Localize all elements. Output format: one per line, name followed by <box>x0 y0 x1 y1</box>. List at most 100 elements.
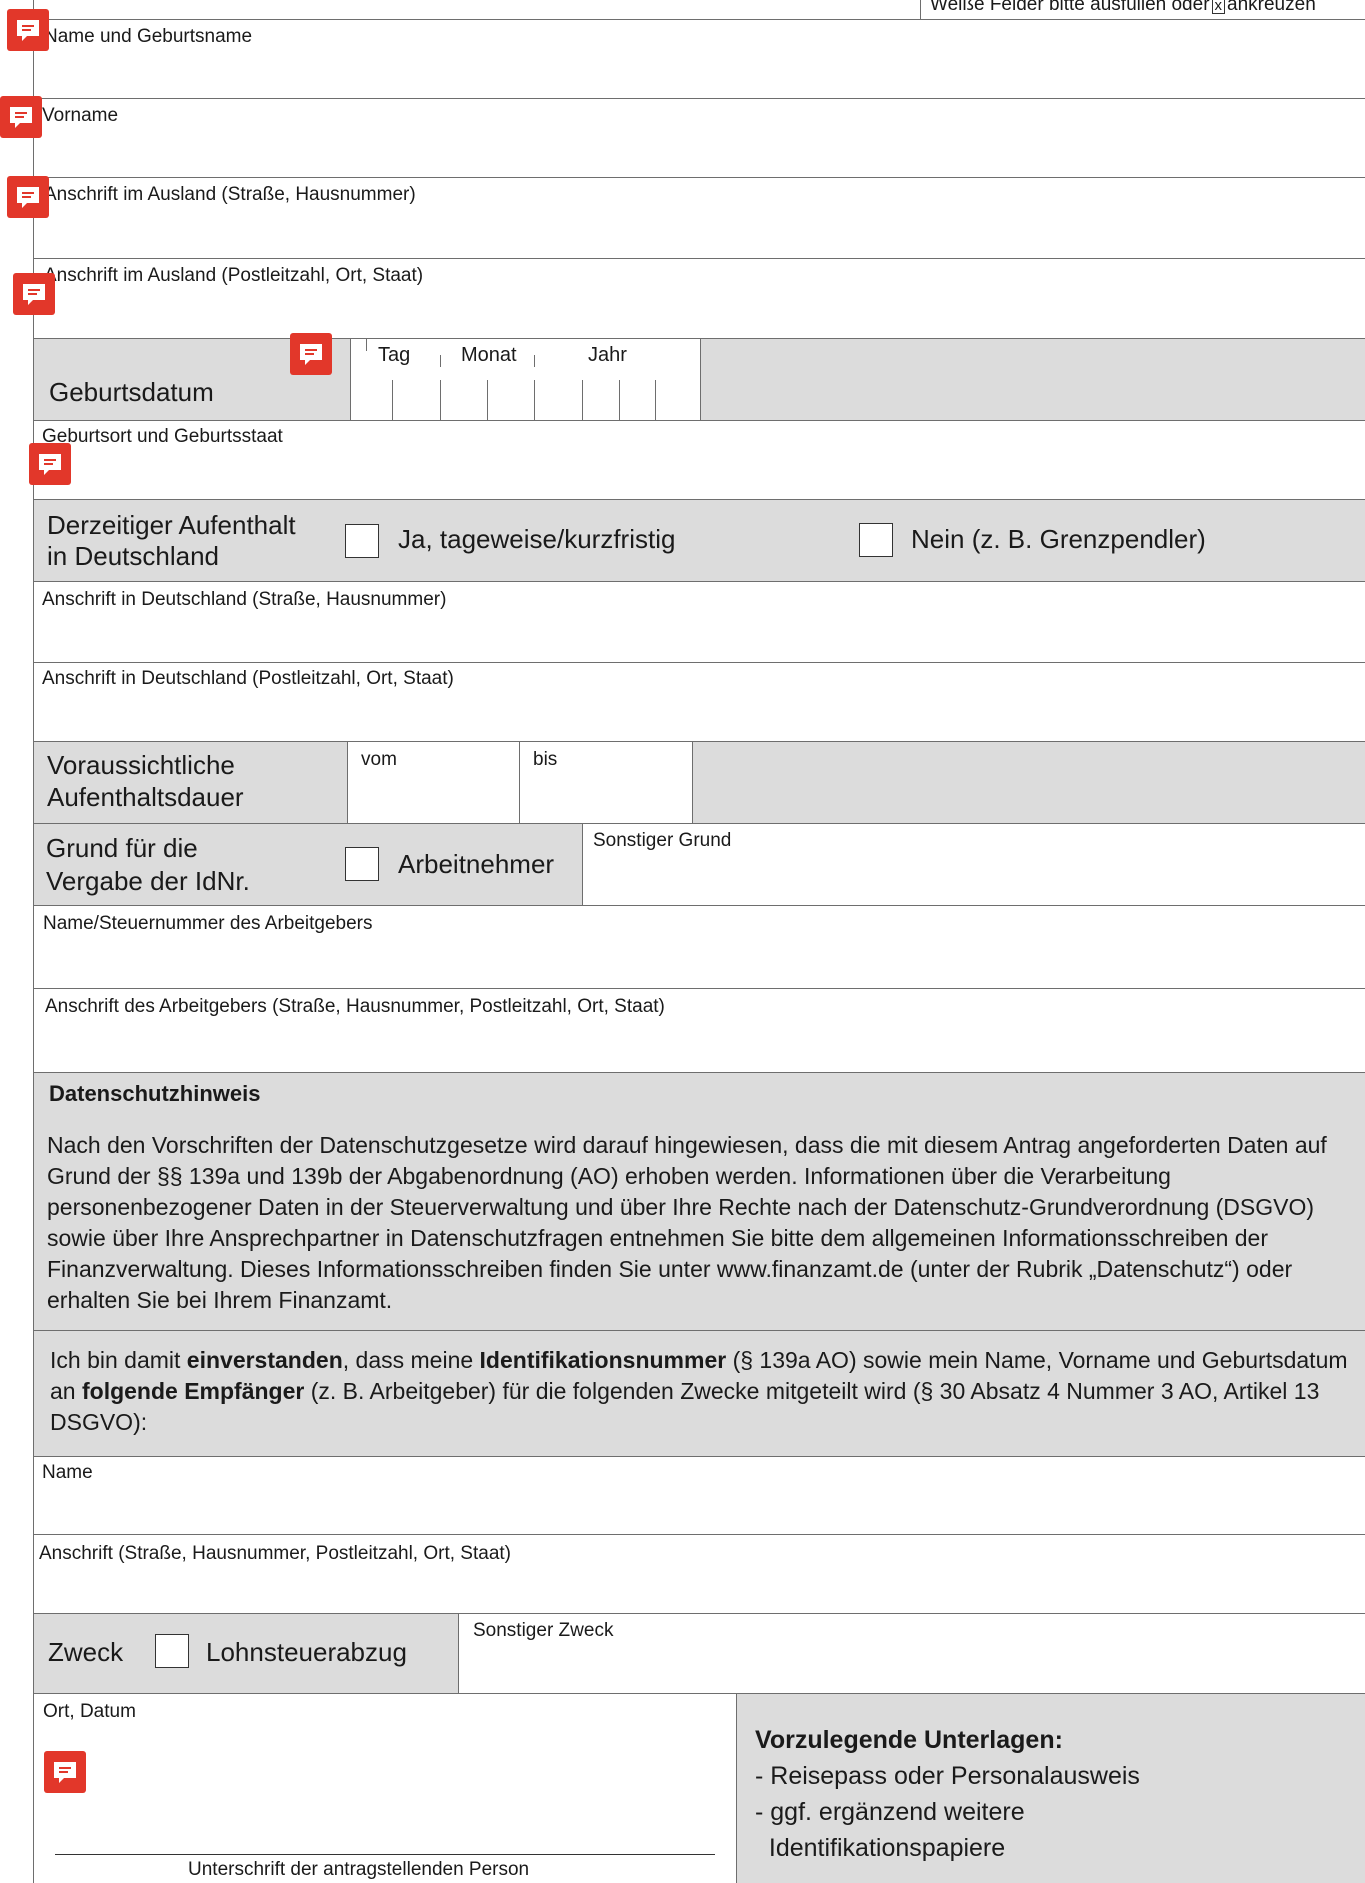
anschrift-ausland-strasse-input[interactable] <box>40 206 1360 254</box>
hint-box: x <box>1211 0 1226 14</box>
digit-sep <box>582 380 583 420</box>
anschrift-de-strasse-label: Anschrift in Deutschland (Straße, Hausnu… <box>42 589 447 610</box>
anschrift-ausland-ort-input[interactable] <box>40 288 1360 334</box>
arbeitgeber-anschrift-label: Anschrift des Arbeitgebers (Straße, Haus… <box>45 996 665 1017</box>
divider <box>33 19 1365 20</box>
divider <box>350 339 351 420</box>
lohnsteuerabzug-checkbox[interactable] <box>155 1634 189 1668</box>
vom-input[interactable] <box>350 772 516 820</box>
fill-hint: Weiße Felder bitte ausfüllen oder x ankreu… <box>930 0 1316 16</box>
vorname-label: Vorname <box>42 105 119 126</box>
comment-icon[interactable] <box>7 176 49 218</box>
aufenthalt-ja-label: Ja, tageweise/kurzfristig <box>398 524 676 554</box>
monat-label: Monat <box>461 344 517 366</box>
comment-icon[interactable] <box>44 1751 86 1793</box>
digit-sep <box>440 380 441 420</box>
divider <box>33 258 1365 259</box>
sonstiger-grund-input[interactable] <box>590 854 1360 902</box>
divider <box>33 98 1365 99</box>
ort-datum-label: Ort, Datum <box>43 1701 136 1722</box>
dauer-band-right <box>693 742 1365 823</box>
consent-text-2: , dass meine <box>342 1347 480 1373</box>
arbeitnehmer-label: Arbeitnehmer <box>398 849 555 879</box>
docs-item-1: - Reisepass oder Personalausweis <box>755 1762 1140 1790</box>
consent-text: Ich bin damit einverstanden, dass meine … <box>50 1345 1350 1438</box>
empfaenger-anschrift-input[interactable] <box>40 1566 1360 1610</box>
empfaenger-name-label: Name <box>42 1462 93 1483</box>
docs-item-3: Identifikationspapiere <box>755 1834 1006 1862</box>
divider <box>33 420 1365 421</box>
sonstiger-zweck-input[interactable] <box>470 1644 1360 1690</box>
divider <box>33 1613 1365 1614</box>
divider <box>33 1693 1365 1694</box>
comment-icon[interactable] <box>29 443 71 485</box>
anschrift-de-ort-input[interactable] <box>40 690 1360 738</box>
datenschutz-title: Datenschutzhinweis <box>49 1081 261 1106</box>
digit-sep <box>655 380 656 420</box>
consent-text-1: Ich bin damit <box>50 1347 187 1373</box>
divider <box>582 824 583 905</box>
docs-title: Vorzulegende Unterlagen: <box>755 1726 1063 1754</box>
divider <box>33 1534 1365 1535</box>
divider <box>33 177 1365 178</box>
divider <box>33 741 1365 742</box>
empfaenger-anschrift-label: Anschrift (Straße, Hausnummer, Postleitz… <box>39 1543 511 1564</box>
divider <box>33 905 1365 906</box>
divider <box>33 1330 1365 1331</box>
unterschrift-label: Unterschrift der antragstellenden Person <box>188 1859 530 1880</box>
bis-input[interactable] <box>522 772 690 820</box>
geburtsort-input[interactable] <box>80 448 1360 496</box>
comment-icon[interactable] <box>13 273 55 315</box>
grund-label-1: Grund für die <box>46 833 198 863</box>
dauer-label-1: Voraussichtliche <box>47 750 235 780</box>
docs-item-2: - ggf. ergänzend weitere <box>755 1798 1025 1826</box>
ort-datum-input[interactable] <box>90 1726 720 1846</box>
digit-sep <box>487 380 488 420</box>
divider <box>33 988 1365 989</box>
docs-list: Vorzulegende Unterlagen: - Reisepass ode… <box>755 1722 1140 1866</box>
vom-label: vom <box>361 749 397 770</box>
geburtsdatum-label: Geburtsdatum <box>49 377 214 407</box>
tick <box>519 755 520 767</box>
consent-bold-2: Identifikationsnummer <box>479 1347 727 1373</box>
digit-sep <box>619 380 620 420</box>
zweck-label: Zweck <box>48 1637 124 1667</box>
divider <box>33 338 1365 339</box>
divider <box>692 742 693 823</box>
divider <box>33 662 1365 663</box>
aufenthalt-label-1: Derzeitiger Aufenthalt <box>47 510 296 540</box>
divider <box>33 1072 1365 1073</box>
digit-sep <box>534 380 535 420</box>
aufenthalt-nein-checkbox[interactable] <box>859 523 893 557</box>
empfaenger-name-input[interactable] <box>40 1485 1360 1531</box>
comment-icon[interactable] <box>7 9 49 51</box>
geburtsort-label: Geburtsort und Geburtsstaat <box>42 426 283 447</box>
tick <box>366 339 367 351</box>
name-input[interactable] <box>40 48 1360 94</box>
fill-hint-text-end: ankreuzen <box>1227 0 1316 15</box>
anschrift-ausland-strasse-label: Anschrift im Ausland (Straße, Hausnummer… <box>44 184 416 205</box>
hint-border <box>920 0 921 19</box>
comment-icon[interactable] <box>0 96 42 138</box>
fill-hint-text: Weiße Felder bitte ausfüllen oder <box>930 0 1210 15</box>
bis-label: bis <box>533 749 558 770</box>
divider <box>33 823 1365 824</box>
tick <box>440 355 441 367</box>
aufenthalt-nein-label: Nein (z. B. Grenzpendler) <box>911 524 1206 554</box>
comment-icon[interactable] <box>290 333 332 375</box>
jahr-label: Jahr <box>588 344 627 366</box>
divider <box>33 499 1365 500</box>
aufenthalt-label-2: in Deutschland <box>47 541 219 571</box>
dauer-label-2: Aufenthaltsdauer <box>47 782 244 812</box>
datenschutz-text: Nach den Vorschriften der Datenschutzges… <box>47 1132 1327 1313</box>
signature-line <box>55 1854 715 1855</box>
anschrift-de-strasse-input[interactable] <box>40 612 1360 658</box>
arbeitgeber-anschrift-input[interactable] <box>40 1020 1360 1068</box>
consent-bold-3: folgende Empfänger <box>81 1378 305 1404</box>
arbeitnehmer-checkbox[interactable] <box>345 847 379 881</box>
digit-sep <box>392 380 393 420</box>
aufenthalt-ja-checkbox[interactable] <box>345 524 379 558</box>
divider <box>700 339 701 420</box>
arbeitgeber-name-input[interactable] <box>40 936 1360 984</box>
vorname-input[interactable] <box>40 127 1360 173</box>
